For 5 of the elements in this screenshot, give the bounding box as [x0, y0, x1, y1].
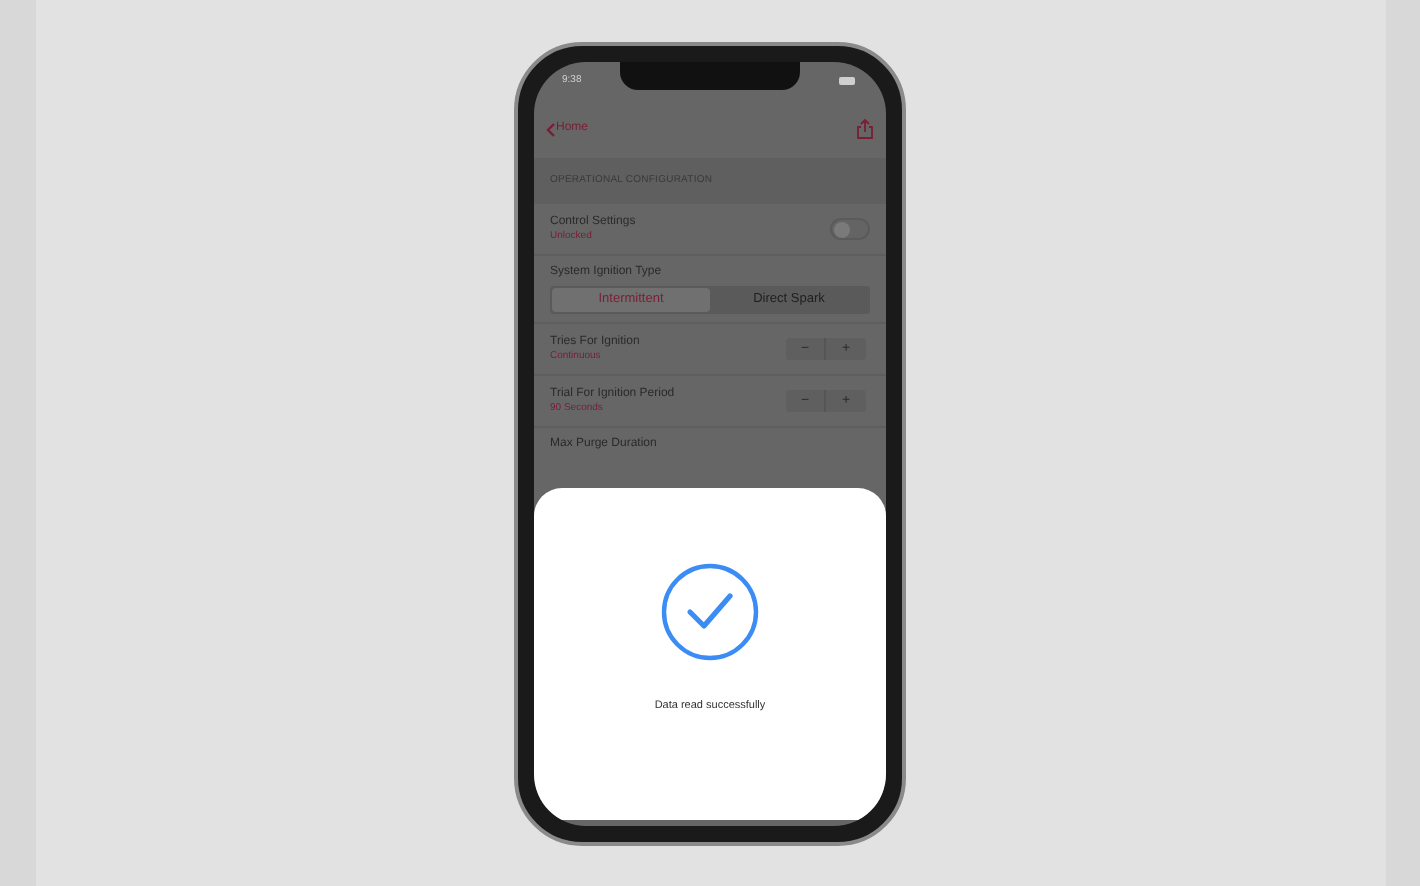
chevron-left-icon	[546, 121, 556, 137]
toggle-switch[interactable]	[830, 218, 870, 240]
share-icon[interactable]	[856, 118, 874, 140]
check-circle-icon	[660, 561, 760, 661]
battery-icon	[838, 76, 858, 86]
